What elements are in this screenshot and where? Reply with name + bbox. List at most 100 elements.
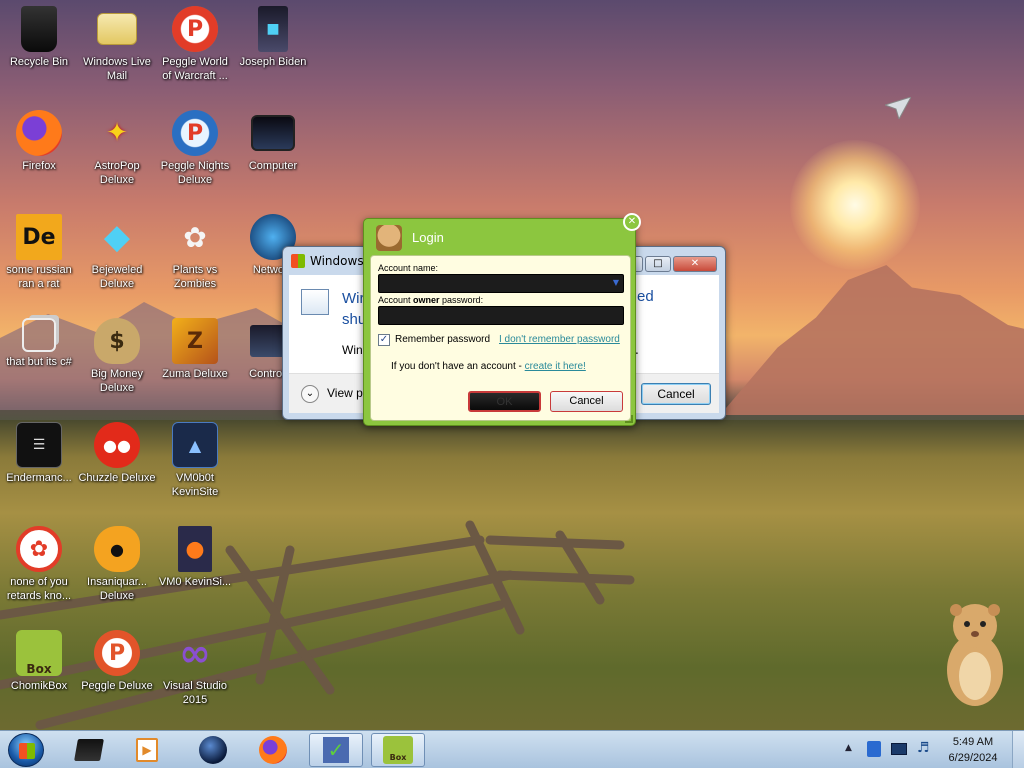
wallpaper-sun: [790, 140, 920, 270]
taskbar-chomikbox[interactable]: Box: [371, 733, 425, 767]
desktop-icon-insaniquarium[interactable]: ● Insaniquar... Deluxe: [78, 526, 156, 603]
computer-tower-icon: ■: [258, 6, 288, 52]
desktop-icon-some-russian[interactable]: De some russian ran a rat: [0, 214, 78, 291]
show-hidden-icons-arrow[interactable]: ▲: [845, 743, 852, 753]
desktop-icon-endermanc[interactable]: ☰ Endermanc...: [0, 422, 78, 485]
astropop-icon: ✦: [106, 118, 128, 148]
hamster-box-icon: Box: [383, 736, 413, 764]
zuma-icon: Z: [172, 318, 218, 364]
desktop-icon-label: that but its c#: [6, 356, 72, 368]
clock-time: 5:49 AM: [952, 736, 994, 748]
start-button[interactable]: [8, 733, 44, 767]
monitor-icon: [251, 115, 295, 151]
desktop-icon-label: Peggle Nights Deluxe: [160, 160, 230, 186]
peggle-icon: P: [172, 110, 218, 156]
desktop-icon-computer[interactable]: Computer: [234, 110, 312, 173]
remember-password-label[interactable]: Remember password: [395, 334, 490, 345]
desktop-icon-label: Windows Live Mail: [83, 56, 151, 82]
resize-grip-icon[interactable]: [625, 415, 633, 423]
terminal-icon: ☰: [16, 422, 62, 468]
windows-stack-icon: [22, 318, 56, 352]
ok-button[interactable]: OK: [468, 391, 541, 412]
mail-icon: [97, 13, 137, 45]
document-icon: [301, 289, 329, 315]
taskbar-installer[interactable]: ✓: [309, 733, 363, 767]
desktop-icon-visual-studio[interactable]: ∞ Visual Studio 2015: [156, 630, 234, 707]
login-dialog[interactable]: Login ✕ Account name: ▼ Account owner pa…: [363, 213, 641, 426]
desktop-icon-astropop[interactable]: ✦ AstroPop Deluxe: [78, 110, 156, 187]
owner-password-field[interactable]: [378, 306, 624, 325]
desktop-icon-peggle-wow[interactable]: P Peggle World of Warcraft ...: [156, 6, 234, 83]
firefox-icon: [16, 110, 62, 156]
network-icon[interactable]: [891, 743, 907, 755]
taskbar-media-player[interactable]: ▶: [120, 733, 174, 767]
desktop-icon-label: Joseph Biden: [239, 56, 307, 68]
installer-checkmark-icon: ✓: [323, 737, 349, 763]
desktop-icon-peggle-nights[interactable]: P Peggle Nights Deluxe: [156, 110, 234, 187]
desktop-icon-vm0b0t[interactable]: ▲ VM0b0t KevinSite: [156, 422, 234, 499]
volume-icon[interactable]: ♬: [917, 740, 930, 756]
show-desktop-button[interactable]: [1012, 731, 1024, 768]
desktop-icon-label: some russian ran a rat: [6, 264, 72, 290]
forgot-password-link[interactable]: I don't remember password: [499, 334, 620, 345]
visual-studio-icon: ∞: [179, 631, 211, 675]
account-name-field[interactable]: ▼: [378, 274, 624, 293]
desktop-icon-bejeweled[interactable]: ◆ Bejeweled Deluxe: [78, 214, 156, 291]
view-details-link[interactable]: View p: [327, 386, 363, 400]
login-title: Login: [412, 230, 444, 245]
windows-logo-icon: [19, 743, 35, 759]
background-window-title: Windows: [310, 254, 364, 268]
recycle-bin-icon: [21, 6, 57, 52]
desktop-icon-label: Firefox: [22, 160, 56, 172]
desktop-icon-label: none of you retards kno...: [6, 576, 72, 602]
desktop-icon-that-but-its-csharp[interactable]: that but its c#: [0, 318, 78, 369]
taskbar-globe[interactable]: [186, 733, 240, 767]
desktop-icon-chuzzle[interactable]: ●● Chuzzle Deluxe: [78, 422, 156, 485]
background-window-body: Win: [342, 343, 363, 357]
maximize-button[interactable]: □: [645, 256, 671, 272]
firefox-doc-icon: ●: [178, 526, 212, 572]
tray-app-icon[interactable]: [867, 741, 881, 757]
owner-password-label: Account owner password:: [378, 295, 483, 305]
login-cancel-button[interactable]: Cancel: [550, 391, 623, 412]
desktop-icon-label: VM0 KevinSi...: [158, 576, 232, 588]
desktop-icon-recycle-bin[interactable]: Recycle Bin: [0, 6, 78, 69]
desktop-icon-label: Big Money Deluxe: [91, 368, 143, 394]
heading-tail: ed: [637, 288, 654, 305]
de-icon: De: [16, 214, 62, 260]
desktop-icon-big-money[interactable]: $ Big Money Deluxe: [78, 318, 156, 395]
background-cancel-button[interactable]: Cancel: [641, 383, 711, 405]
hamster-mascot: [947, 604, 1003, 706]
desktop-icon-peggle-deluxe[interactable]: P Peggle Deluxe: [78, 630, 156, 693]
remember-password-checkbox[interactable]: ✓: [378, 334, 390, 346]
desktop-icon-firefox[interactable]: Firefox: [0, 110, 78, 173]
clock[interactable]: 5:49 AM 6/29/2024: [944, 734, 1002, 766]
wallpaper-mountain: [720, 265, 1024, 415]
desktop-icon-none-of-you[interactable]: ✿ none of you retards kno...: [0, 526, 78, 603]
desktop-icon-label: Recycle Bin: [9, 56, 69, 68]
desktop-icon-label: VM0b0t KevinSite: [171, 472, 219, 498]
chuzzle-icon: ●●: [94, 422, 140, 468]
desktop-icon-label: AstroPop Deluxe: [94, 160, 140, 186]
create-account-link[interactable]: create it here!: [525, 361, 586, 372]
taskbar: ▶ ✓ Box ▲ ♬ 5:49 AM 6/29/2024: [0, 730, 1024, 768]
desktop-icon-label: ChomikBox: [10, 680, 68, 692]
desktop-icon-label: Bejeweled Deluxe: [91, 264, 143, 290]
close-button[interactable]: ✕: [673, 256, 717, 272]
firefox-icon: [259, 736, 287, 764]
desktop-icon-zuma[interactable]: Z Zuma Deluxe: [156, 318, 234, 381]
desktop-icon-joseph-biden[interactable]: ■ Joseph Biden: [234, 6, 312, 69]
signup-prompt: If you don't have an account -: [391, 361, 525, 372]
money-bag-icon: $: [94, 318, 140, 364]
dropdown-arrow-icon[interactable]: ▼: [613, 278, 619, 287]
desktop-icon-plants-vs-zombies[interactable]: ✿ Plants vs Zombies: [156, 214, 234, 291]
desktop-icon-vm0-kevinsite[interactable]: ● VM0 KevinSi...: [156, 526, 234, 589]
media-player-icon: ▶: [136, 738, 158, 762]
desktop-icon-label: Plants vs Zombies: [172, 264, 218, 290]
desktop-icon-windows-live-mail[interactable]: Windows Live Mail: [78, 6, 156, 83]
taskbar-computer-tower[interactable]: [62, 733, 116, 767]
taskbar-firefox[interactable]: [246, 733, 300, 767]
chevron-down-icon[interactable]: ⌄: [301, 385, 319, 403]
login-close-button[interactable]: ✕: [623, 213, 641, 231]
desktop-icon-chomikbox[interactable]: Box ChomikBox: [0, 630, 78, 693]
